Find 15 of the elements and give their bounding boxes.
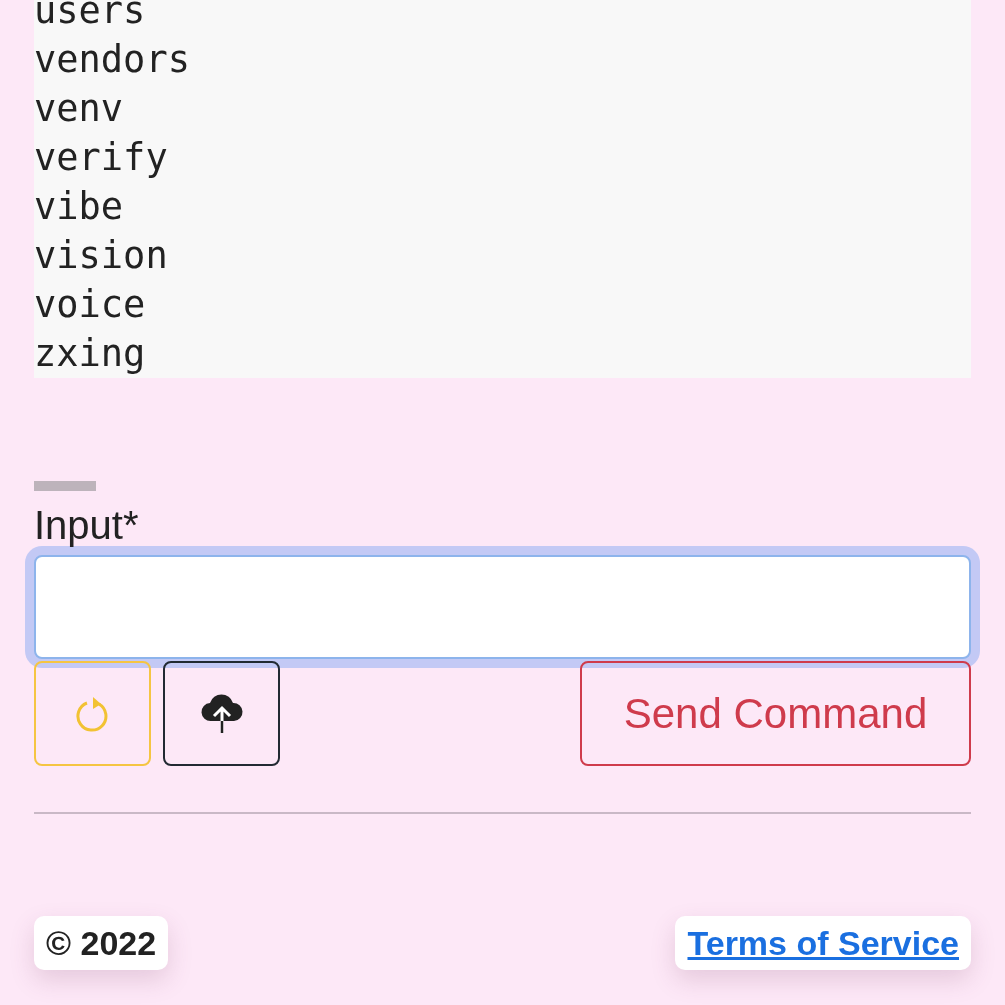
- output-line: vision: [34, 233, 169, 279]
- refresh-button[interactable]: [34, 661, 151, 766]
- output-line: venv: [34, 86, 125, 132]
- output-line: vibe: [34, 184, 125, 230]
- copyright-text: © 2022: [34, 916, 169, 970]
- output-line: zxing: [34, 331, 147, 377]
- upload-button[interactable]: [163, 661, 280, 766]
- input-label: Input*: [34, 502, 140, 549]
- output-line: verify: [34, 135, 169, 181]
- output-line: users: [34, 0, 147, 34]
- drag-handle: [34, 481, 96, 491]
- output-line: voice: [34, 282, 147, 328]
- output-line: vendors: [34, 37, 191, 83]
- send-command-button[interactable]: Send Command: [580, 661, 971, 766]
- input-field[interactable]: [34, 555, 971, 659]
